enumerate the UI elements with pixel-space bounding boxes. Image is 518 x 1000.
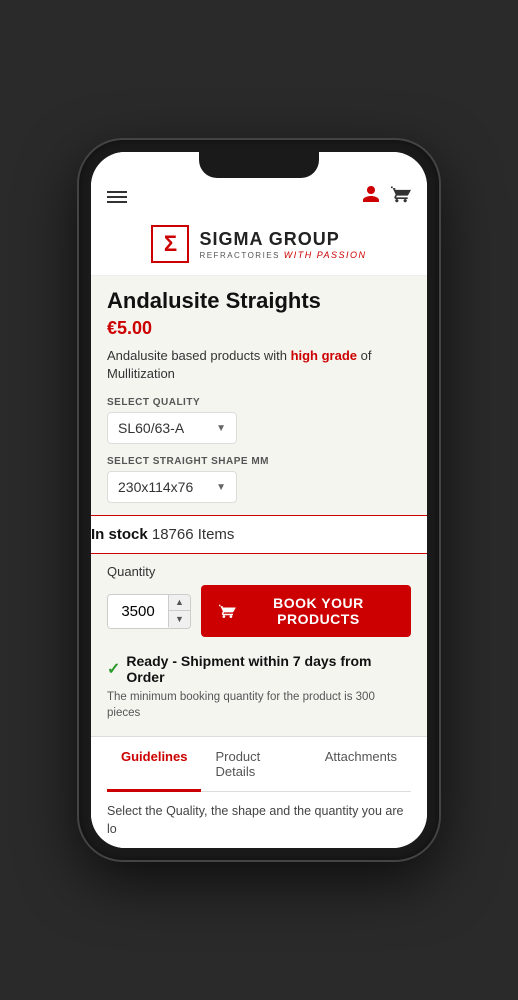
product-price: €5.00 xyxy=(107,318,411,339)
header-icons xyxy=(361,184,411,209)
quantity-input-wrap: ▲ ▼ xyxy=(107,594,191,629)
quantity-area: Quantity ▲ ▼ BOOK YOUR PRODUCTS xyxy=(107,554,411,645)
book-products-button[interactable]: BOOK YOUR PRODUCTS xyxy=(201,585,411,637)
quantity-up-button[interactable]: ▲ xyxy=(168,595,190,611)
brand-name: SIGMA GROUP xyxy=(199,229,366,250)
quantity-label: Quantity xyxy=(107,564,411,579)
quantity-book-row: ▲ ▼ BOOK YOUR PRODUCTS xyxy=(107,585,411,637)
shipment-main: ✓ Ready - Shipment within 7 days from Or… xyxy=(107,653,411,685)
cart-icon[interactable] xyxy=(391,184,411,209)
shape-dropdown[interactable]: 230x114x76 ▼ xyxy=(107,471,237,503)
user-icon[interactable] xyxy=(361,184,381,209)
phone-screen: Σ SIGMA GROUP REFRACTORIES with passion … xyxy=(91,152,427,848)
quality-label: SELECT QUALITY xyxy=(107,397,411,408)
shipment-note: The minimum booking quantity for the pro… xyxy=(107,689,411,721)
tab-content: Select the Quality, the shape and the qu… xyxy=(107,792,411,848)
tab-product-details[interactable]: Product Details xyxy=(201,737,310,791)
product-description: Andalusite based products with high grad… xyxy=(107,347,411,383)
sigma-symbol: Σ xyxy=(151,225,189,263)
logo[interactable]: Σ SIGMA GROUP REFRACTORIES with passion xyxy=(151,225,366,263)
stock-bar: In stock 18766 Items xyxy=(91,515,427,554)
quantity-section: Quantity ▲ ▼ BOOK YOUR PRODUCTS xyxy=(91,554,427,725)
logo-section: Σ SIGMA GROUP REFRACTORIES with passion xyxy=(91,217,427,276)
check-icon: ✓ xyxy=(107,659,120,679)
tab-guidelines[interactable]: Guidelines xyxy=(107,737,201,791)
phone-frame: Σ SIGMA GROUP REFRACTORIES with passion … xyxy=(79,140,439,860)
chevron-down-icon: ▼ xyxy=(216,423,226,434)
tabs-row: Guidelines Product Details Attachments xyxy=(107,737,411,792)
logo-text: SIGMA GROUP REFRACTORIES with passion xyxy=(199,229,366,260)
quantity-down-button[interactable]: ▼ xyxy=(168,611,190,627)
quantity-arrows: ▲ ▼ xyxy=(168,595,190,628)
logo-subtitle: REFRACTORIES with passion xyxy=(199,250,366,260)
quantity-input[interactable] xyxy=(108,595,168,628)
menu-button[interactable] xyxy=(107,191,127,203)
shape-label: SELECT STRAIGHT SHAPE mm xyxy=(107,456,411,467)
quality-dropdown[interactable]: SL60/63-A ▼ xyxy=(107,412,237,444)
shipment-info: ✓ Ready - Shipment within 7 days from Or… xyxy=(107,645,411,725)
tab-attachments[interactable]: Attachments xyxy=(311,737,411,791)
chevron-down-icon: ▼ xyxy=(216,482,226,493)
phone-notch xyxy=(199,152,319,178)
product-content: Andalusite Straights €5.00 Andalusite ba… xyxy=(91,276,427,503)
product-title: Andalusite Straights xyxy=(107,288,411,314)
tabs-section: Guidelines Product Details Attachments S… xyxy=(91,736,427,848)
screen-content: Σ SIGMA GROUP REFRACTORIES with passion … xyxy=(91,152,427,848)
book-cart-icon xyxy=(219,601,236,621)
